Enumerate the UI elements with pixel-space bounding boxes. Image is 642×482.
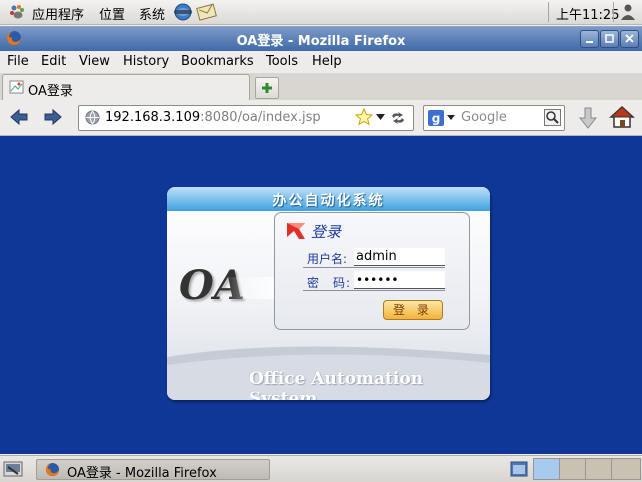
tab-title: OA登录	[28, 84, 73, 99]
firefox-icon	[45, 462, 60, 477]
maximize-icon	[605, 34, 614, 43]
menu-bookmarks[interactable]: Bookmarks	[181, 54, 254, 69]
password-label: 密 码:	[307, 276, 352, 290]
menu-history[interactable]: History	[123, 54, 169, 69]
applications-menu[interactable]: 应用程序	[32, 4, 84, 23]
bottom-panel: OA登录 - Mozilla Firefox	[0, 455, 642, 482]
username-label: 用户名:	[307, 252, 348, 266]
minimize-button[interactable]	[580, 30, 599, 48]
web-browser-launcher-icon[interactable]	[172, 2, 194, 22]
url-path: :8080/oa/index.jsp	[200, 110, 321, 125]
logo-streak	[227, 277, 277, 299]
taskbar-firefox-window[interactable]: OA登录 - Mozilla Firefox	[36, 459, 270, 481]
user-switcher-icon[interactable]	[619, 3, 637, 21]
tab-strip: OA登录	[0, 73, 642, 101]
tab-oa-login[interactable]: OA登录	[2, 74, 250, 101]
window-list-icon[interactable]	[510, 460, 528, 478]
download-arrow-icon[interactable]	[577, 106, 599, 130]
url-host: 192.168.3.109	[105, 110, 201, 125]
close-button[interactable]	[620, 30, 639, 48]
broken-image-favicon-icon	[9, 80, 24, 94]
globe-icon	[85, 110, 100, 125]
new-tab-button[interactable]	[255, 77, 279, 99]
panel-header: 办公自动化系统	[167, 187, 490, 211]
go-icon[interactable]	[389, 109, 407, 127]
username-underline	[303, 267, 445, 268]
menu-tools[interactable]: Tools	[266, 54, 298, 69]
login-title: 登录	[311, 223, 342, 241]
minimize-icon	[586, 41, 593, 43]
menu-help[interactable]: Help	[312, 54, 342, 69]
google-engine-icon[interactable]: g	[428, 110, 444, 126]
window-title: OA登录 - Mozilla Firefox	[236, 34, 406, 49]
search-input[interactable]: Google	[461, 110, 507, 125]
system-title: 办公自动化系统	[272, 193, 385, 209]
menu-bar: File Edit View History Bookmarks Tools H…	[0, 51, 642, 73]
bookmark-star-icon[interactable]	[355, 108, 373, 126]
window-titlebar[interactable]: OA登录 - Mozilla Firefox	[0, 26, 642, 51]
login-button[interactable]: 登 录	[383, 300, 443, 320]
workspace-4[interactable]	[611, 458, 641, 480]
top-panel: 应用程序 位置 系统 上午11:25	[0, 0, 642, 25]
login-box: 登录 用户名: 密 码: 登 录	[274, 212, 470, 330]
search-engine-dropdown-icon[interactable]	[447, 115, 455, 120]
show-desktop-icon[interactable]	[3, 459, 23, 479]
places-menu[interactable]: 位置	[99, 4, 125, 23]
gnome-foot-icon[interactable]	[8, 3, 26, 21]
panel-separator	[548, 2, 549, 22]
system-menu[interactable]: 系统	[139, 4, 165, 23]
password-underline	[303, 290, 445, 291]
search-bar[interactable]: g Google	[423, 105, 565, 131]
menu-file[interactable]: File	[7, 54, 29, 69]
navigation-toolbar: 192.168.3.109:8080/oa/index.jsp g Google	[0, 100, 642, 136]
forward-arrow-icon[interactable]	[42, 107, 64, 127]
red-arrow-icon	[287, 223, 305, 239]
clock[interactable]: 上午11:25	[556, 4, 619, 23]
taskbar-label: OA登录 - Mozilla Firefox	[67, 466, 217, 481]
close-icon	[625, 34, 634, 43]
plus-icon	[262, 83, 272, 93]
oa-login-panel: 办公自动化系统 OA 登录 用户名: 密 码: 登 录 Office Autom…	[167, 187, 490, 400]
workspace-1[interactable]	[533, 458, 560, 480]
workspace-2[interactable]	[559, 458, 586, 480]
back-arrow-icon[interactable]	[8, 107, 30, 127]
mail-launcher-icon[interactable]	[196, 2, 218, 22]
panel-separator	[613, 2, 614, 22]
footer-title: Office Automation System	[249, 369, 424, 400]
username-field[interactable]	[354, 248, 445, 266]
url-text[interactable]: 192.168.3.109:8080/oa/index.jsp	[105, 110, 321, 125]
maximize-button[interactable]	[600, 30, 619, 48]
url-dropdown-icon[interactable]	[376, 114, 385, 120]
menu-edit[interactable]: Edit	[41, 54, 66, 69]
svg-text:g: g	[432, 112, 441, 126]
search-magnifier-icon[interactable]	[544, 109, 561, 126]
page-content: 办公自动化系统 OA 登录 用户名: 密 码: 登 录 Office Autom…	[0, 136, 642, 454]
home-icon[interactable]	[609, 105, 635, 129]
menu-view[interactable]: View	[79, 54, 110, 69]
password-field[interactable]	[354, 271, 445, 289]
url-bar[interactable]: 192.168.3.109:8080/oa/index.jsp	[78, 105, 414, 131]
workspace-3[interactable]	[585, 458, 612, 480]
